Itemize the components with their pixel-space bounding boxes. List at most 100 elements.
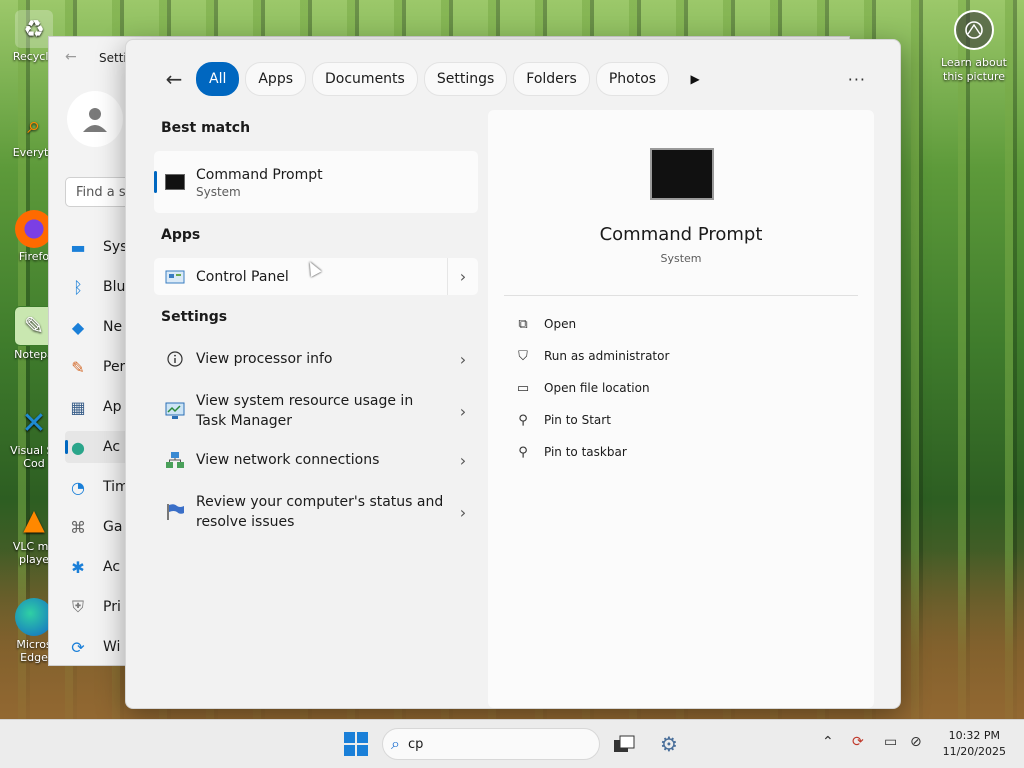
chevron-right-icon[interactable]: › — [447, 258, 478, 295]
avatar[interactable] — [67, 91, 123, 147]
nav-label: Pri — [103, 599, 121, 615]
settings-gear-icon[interactable]: ⚙ — [655, 730, 683, 758]
camera-icon — [954, 10, 994, 50]
search-flyout: ← All Apps Documents Settings Folders Ph… — [125, 39, 901, 709]
more-options-icon[interactable]: ··· — [848, 70, 866, 89]
accounts-icon: ● — [71, 437, 85, 457]
info-icon — [164, 350, 186, 368]
gaming-icon: ⌘ — [70, 517, 86, 537]
task-manager-icon — [164, 402, 186, 420]
action-pin-to-start[interactable]: ⚲ Pin to Start — [514, 409, 611, 431]
taskbar: ⌕ cp ⚙ ⌃ ⟳ ▭ ⊘ 10:32 PM 11/20/2025 — [0, 719, 1024, 768]
divider — [504, 295, 858, 296]
pin-icon: ⚲ — [518, 444, 528, 460]
filter-folders[interactable]: Folders — [513, 62, 590, 96]
security-flag-icon — [164, 503, 186, 521]
nav-label: Ac — [103, 559, 121, 575]
open-external-icon: ⧉ — [518, 316, 528, 332]
control-panel-icon — [164, 268, 186, 286]
clock-time: 10:32 PM — [948, 729, 1000, 742]
filter-documents[interactable]: Documents — [312, 62, 418, 96]
filter-bar: ← All Apps Documents Settings Folders Ph… — [160, 62, 707, 96]
update-sync-icon[interactable]: ⟳ — [852, 734, 864, 750]
accessibility-icon: ✱ — [71, 557, 85, 577]
time-icon: ◔ — [71, 477, 85, 497]
command-prompt-icon — [164, 173, 186, 191]
bluetooth-icon: ᛒ — [73, 277, 83, 297]
preview-app-name: Command Prompt — [599, 224, 763, 245]
learn-about-label: Learn about this picture — [941, 56, 1007, 83]
best-match-heading: Best match — [161, 120, 251, 136]
settings-result-network-connections[interactable]: View network connections › — [154, 445, 478, 475]
command-prompt-large-icon — [650, 148, 714, 200]
chevron-right-icon: › — [459, 502, 467, 522]
settings-title: Setti — [99, 51, 127, 65]
folder-icon: ▭ — [516, 380, 530, 396]
apps-icon: ▦ — [70, 397, 86, 417]
apps-heading: Apps — [161, 227, 201, 243]
more-filters-play-icon[interactable]: ▶ — [683, 72, 707, 86]
nav-label: Sys — [103, 239, 128, 255]
settings-result-processor-info[interactable]: View processor info › — [154, 344, 478, 374]
clock[interactable]: 10:32 PM 11/20/2025 — [943, 728, 1006, 760]
action-open-file-location[interactable]: ▭ Open file location — [514, 377, 650, 399]
settings-result-computer-status[interactable]: Review your computer's status and resolv… — [154, 489, 478, 535]
nav-label: Blu — [103, 279, 126, 295]
action-label: Pin to taskbar — [544, 445, 627, 459]
action-label: Run as administrator — [544, 349, 670, 363]
search-icon: ⌕ — [391, 734, 400, 753]
settings-result-label: View network connections — [196, 452, 380, 468]
system-icon: ▬ — [70, 237, 86, 257]
display-icon[interactable]: ▭ — [884, 734, 897, 750]
settings-heading: Settings — [161, 309, 228, 325]
settings-result-label-line2: Task Manager — [196, 413, 293, 429]
filter-photos[interactable]: Photos — [595, 62, 670, 96]
settings-result-label: View processor info — [196, 351, 333, 367]
nav-label: Ap — [103, 399, 122, 415]
app-result-label: Control Panel — [196, 268, 289, 285]
start-button-windows-icon[interactable] — [344, 732, 368, 756]
chevron-right-icon: › — [459, 450, 467, 470]
task-view-icon[interactable] — [610, 730, 638, 758]
action-label: Open file location — [544, 381, 650, 395]
nav-label: Ga — [103, 519, 123, 535]
settings-result-task-manager[interactable]: View system resource usage in Task Manag… — [154, 388, 478, 434]
privacy-icon: ⛨ — [71, 597, 84, 616]
best-match-name: Command Prompt — [196, 167, 323, 183]
action-label: Open — [544, 317, 577, 331]
back-arrow-icon[interactable]: ← — [65, 49, 77, 65]
action-label: Pin to Start — [544, 413, 611, 427]
user-icon — [83, 108, 107, 132]
clock-date: 11/20/2025 — [942, 745, 1006, 758]
settings-result-label: Review your computer's status and — [196, 494, 444, 510]
nav-label: Ne — [103, 319, 123, 335]
settings-result-label: View system resource usage in — [196, 393, 414, 409]
chevron-right-icon: › — [459, 401, 467, 421]
preview-app-type: System — [660, 252, 702, 265]
nav-label: Per — [103, 359, 126, 375]
action-run-as-administrator[interactable]: ⛉ Run as administrator — [514, 345, 669, 367]
network-connections-icon — [164, 451, 186, 469]
back-arrow-icon[interactable]: ← — [160, 67, 188, 91]
action-pin-to-taskbar[interactable]: ⚲ Pin to taskbar — [514, 441, 627, 463]
filter-settings[interactable]: Settings — [423, 62, 508, 96]
nav-label: Ac — [103, 439, 121, 455]
taskbar-search-value[interactable]: cp — [408, 737, 423, 752]
chevron-right-icon: › — [459, 349, 467, 369]
personalization-icon: ✎ — [71, 357, 85, 377]
learn-about-picture[interactable]: Learn about this picture — [934, 10, 1014, 84]
taskbar-search-box[interactable]: ⌕ cp — [382, 728, 600, 760]
settings-result-label-line2: resolve issues — [196, 514, 295, 530]
filter-all[interactable]: All — [196, 62, 240, 96]
chevron-up-icon[interactable]: ⌃ — [822, 734, 834, 750]
network-status-icon[interactable]: ⊘ — [910, 734, 922, 750]
windows-update-icon: ⟳ — [71, 637, 85, 657]
shield-admin-icon: ⛉ — [518, 348, 528, 364]
nav-label: Wi — [103, 639, 121, 655]
best-match-type: System — [196, 185, 241, 199]
filter-apps[interactable]: Apps — [245, 62, 307, 96]
preview-pane: Command Prompt System ⧉ Open ⛉ Run as ad… — [488, 110, 874, 708]
best-match-item[interactable]: Command Prompt System — [154, 151, 478, 213]
action-open[interactable]: ⧉ Open — [514, 313, 576, 335]
network-icon: ◆ — [71, 317, 85, 337]
